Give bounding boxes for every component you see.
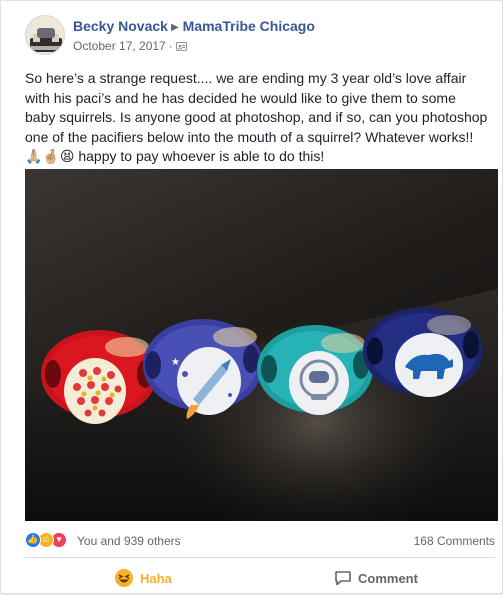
post-meta: October 17, 2017 · — [73, 39, 187, 55]
post-card: Becky Novack ▶ MamaTribe Chicago October 1… — [0, 0, 503, 594]
comment-button[interactable]: Comment — [334, 565, 418, 591]
post-body-text: So here’s a strange request.... we are e… — [25, 70, 488, 164]
actions-divider — [25, 557, 495, 558]
post-actions: Haha Comment — [25, 559, 495, 595]
triangle-right-icon: ▶ — [170, 22, 179, 33]
post-photo[interactable]: ★ — [25, 169, 498, 521]
post-author-line: Becky Novack ▶ MamaTribe Chicago — [73, 18, 315, 34]
comments-count[interactable]: 168 Comments — [414, 534, 495, 548]
svg-text:★: ★ — [171, 357, 180, 368]
avatar[interactable] — [25, 15, 65, 55]
members-icon — [175, 41, 187, 55]
haha-label: Haha — [140, 570, 172, 586]
like-icon: 👍 — [25, 532, 41, 548]
haha-button[interactable]: Haha — [114, 565, 172, 591]
meta-separator: · — [168, 39, 173, 53]
author-link[interactable]: Becky Novack — [73, 18, 168, 34]
pacifiers-photo: ★ — [25, 169, 498, 521]
comment-icon — [335, 571, 351, 586]
post-header: Becky Novack ▶ MamaTribe Chicago October 1… — [25, 15, 485, 59]
post-date[interactable]: October 17, 2017 — [73, 39, 166, 53]
reaction-summary[interactable]: You and 939 others — [77, 534, 181, 548]
reaction-icons[interactable]: 👍 ☺ ♥ — [25, 532, 75, 548]
group-link[interactable]: MamaTribe Chicago — [183, 18, 315, 34]
reactions-bar: 👍 ☺ ♥ You and 939 others 168 Comments — [25, 529, 495, 551]
haha-emoji-icon — [115, 569, 133, 587]
comment-label: Comment — [358, 570, 418, 586]
avatar-image — [26, 16, 64, 54]
